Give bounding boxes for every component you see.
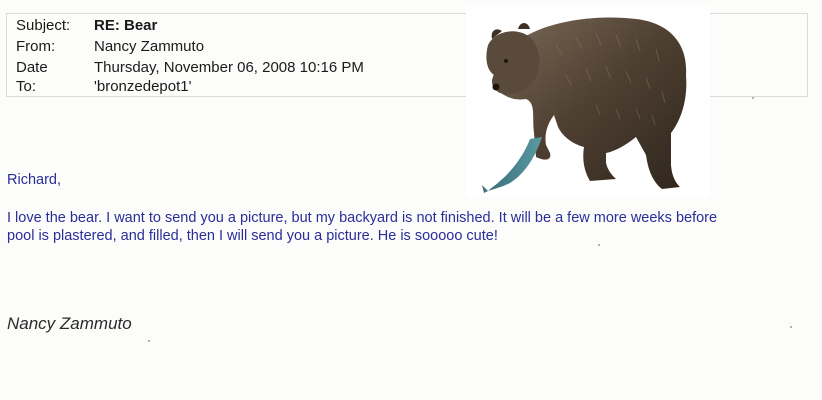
body-line-1: I love the bear. I want to send you a pi…	[7, 210, 718, 226]
date-row: Date Thursday, November 06, 2008 10:16 PM	[16, 59, 364, 77]
to-value: 'bronzedepot1'	[94, 78, 192, 95]
signature: Nancy Zammuto	[7, 314, 132, 333]
scan-speck	[598, 244, 600, 246]
scan-speck	[752, 97, 754, 99]
subject-label: Subject:	[16, 17, 71, 34]
to-label: To:	[16, 78, 37, 95]
scan-speck	[790, 326, 792, 328]
greeting: Richard,	[7, 172, 61, 188]
date-value: Thursday, November 06, 2008 10:16 PM	[94, 59, 364, 76]
subject-row: Subject: RE: Bear	[16, 17, 157, 35]
date-label: Date	[16, 59, 48, 76]
from-row: From: Nancy Zammuto	[16, 38, 204, 56]
bear-sculpture-image	[482, 17, 687, 193]
scan-speck	[148, 340, 150, 342]
body-line-2: pool is plastered, and filled, then I wi…	[7, 228, 498, 244]
from-value: Nancy Zammuto	[94, 38, 205, 55]
subject-value: RE: Bear	[94, 17, 158, 34]
to-row: To: 'bronzedepot1'	[16, 78, 191, 96]
from-label: From:	[16, 38, 56, 55]
bear-sculpture-photo	[466, 5, 710, 197]
